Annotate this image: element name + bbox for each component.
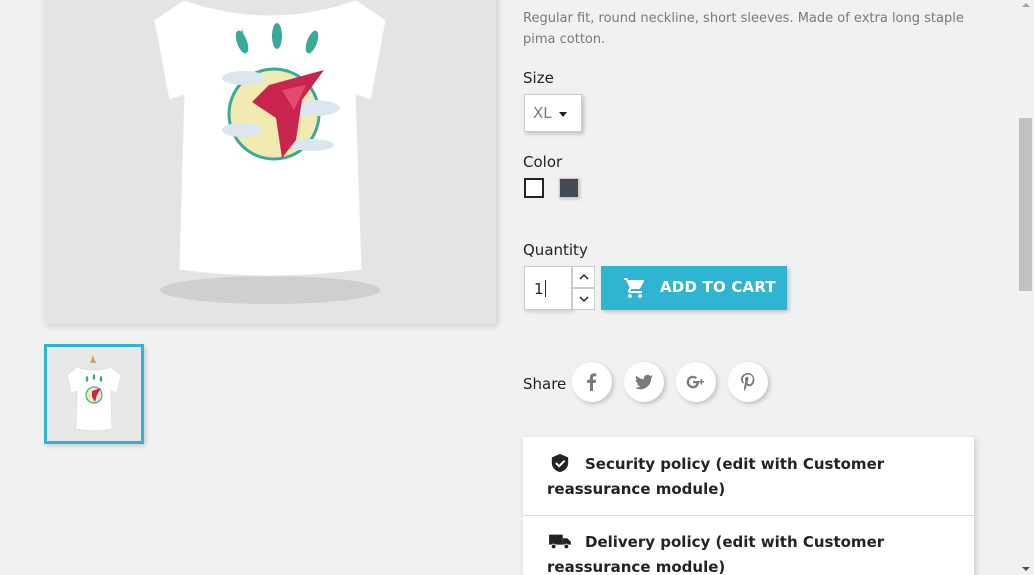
scrollbar-thumb[interactable] xyxy=(1019,118,1032,291)
reassurance-security-text: Security policy (edit with Customer reas… xyxy=(547,455,885,498)
size-selected-value: XL xyxy=(533,104,552,122)
share-facebook-button[interactable] xyxy=(572,362,612,402)
reassurance-delivery-text: Delivery policy (edit with Customer reas… xyxy=(547,533,885,575)
share-twitter-button[interactable] xyxy=(624,362,664,402)
reassurance-security: Security policy (edit with Customer reas… xyxy=(547,452,957,502)
size-select[interactable]: XL xyxy=(524,94,582,132)
quantity-decrement-button[interactable] xyxy=(572,288,595,310)
google-plus-icon xyxy=(686,375,704,389)
shopping-cart-icon xyxy=(624,278,644,298)
page-scrollbar[interactable] xyxy=(1017,0,1034,575)
share-google-plus-button[interactable] xyxy=(676,362,716,402)
caret-down-icon xyxy=(559,112,567,117)
product-thumbnail[interactable] xyxy=(44,344,144,444)
color-swatch-white[interactable] xyxy=(524,178,544,198)
reassurance-delivery: Delivery policy (edit with Customer reas… xyxy=(547,530,957,575)
twitter-icon xyxy=(635,374,653,390)
chevron-down-icon xyxy=(579,296,589,303)
quantity-value: 1 xyxy=(534,280,544,298)
share-pinterest-button[interactable] xyxy=(728,362,768,402)
color-swatch-black[interactable] xyxy=(559,178,579,198)
tshirt-illustration xyxy=(153,0,387,304)
scroll-down-arrow-icon[interactable] xyxy=(1022,567,1030,571)
quantity-label: Quantity xyxy=(523,241,588,259)
shield-check-icon xyxy=(551,453,569,473)
size-label: Size xyxy=(523,69,554,87)
product-description: Regular fit, round neckline, short sleev… xyxy=(523,11,964,47)
divider xyxy=(523,515,974,516)
quantity-input[interactable]: 1 xyxy=(524,266,572,310)
add-to-cart-label: ADD TO CART xyxy=(660,278,776,296)
add-to-cart-button[interactable]: ADD TO CART xyxy=(601,266,787,310)
share-label: Share xyxy=(523,375,567,393)
customer-reassurance-block: Security policy (edit with Customer reas… xyxy=(523,437,974,575)
facebook-icon xyxy=(587,373,597,391)
quantity-stepper: 1 xyxy=(524,266,595,310)
chevron-up-icon xyxy=(579,273,589,280)
scroll-up-arrow-icon[interactable] xyxy=(1022,3,1030,7)
tshirt-thumbnail-illustration xyxy=(66,355,122,432)
product-main-image[interactable] xyxy=(44,0,496,324)
pinterest-icon xyxy=(741,373,755,391)
text-cursor xyxy=(544,280,546,297)
truck-icon xyxy=(549,534,571,550)
quantity-increment-button[interactable] xyxy=(572,266,595,288)
color-label: Color xyxy=(523,153,563,171)
